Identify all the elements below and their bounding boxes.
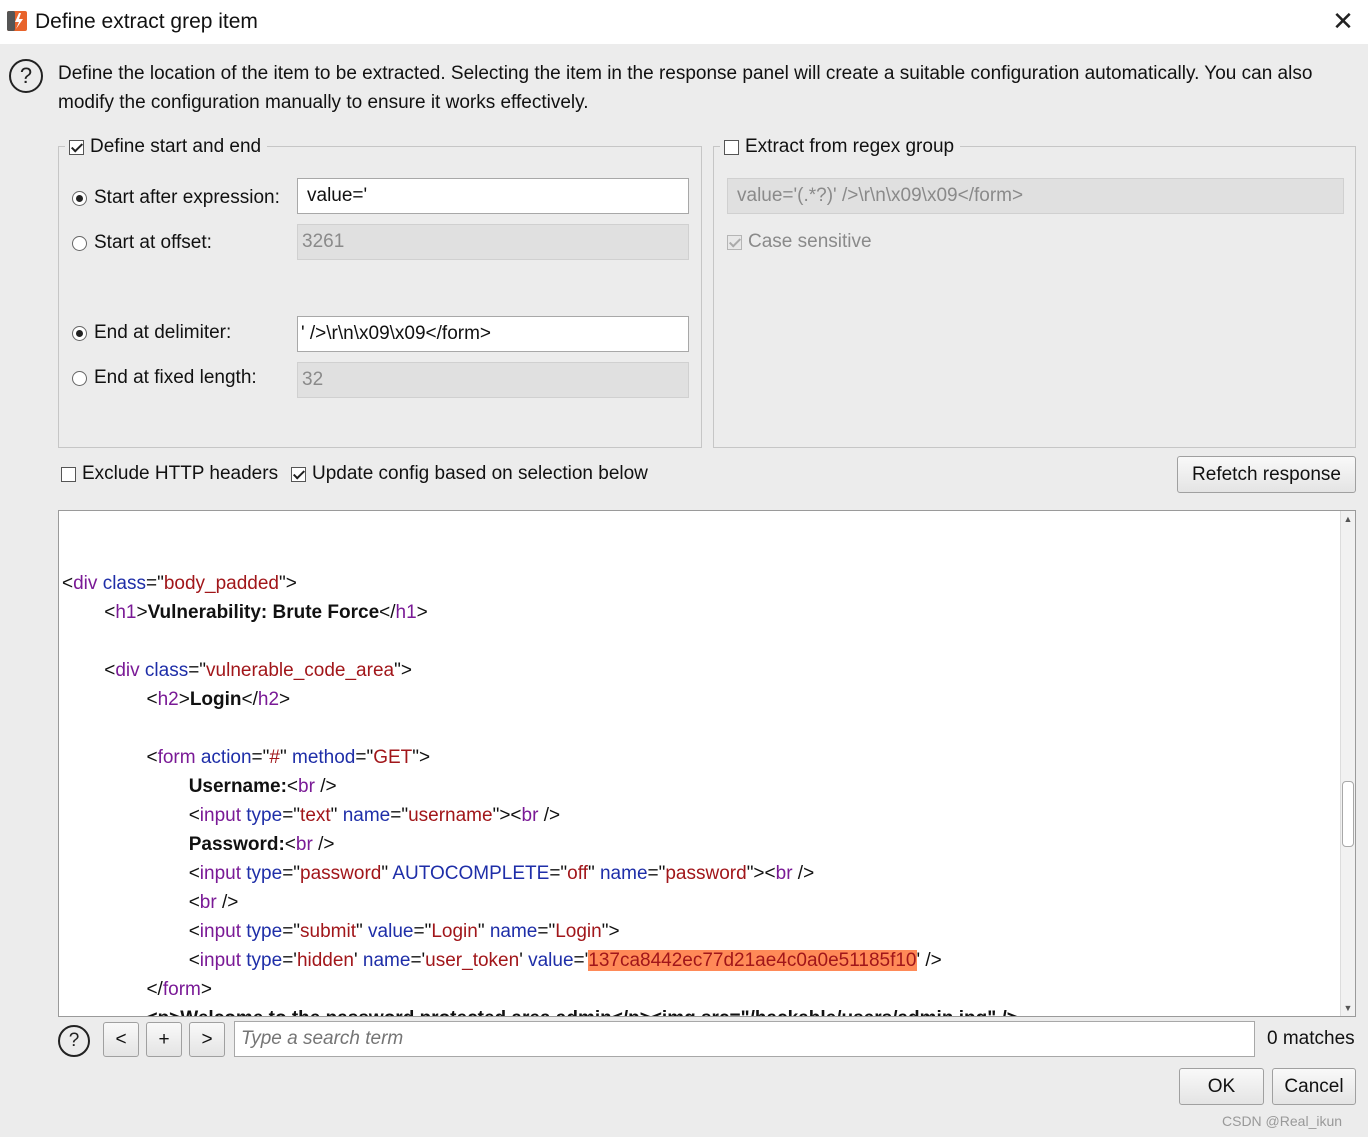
search-next-button[interactable]: >	[189, 1022, 225, 1057]
code-line-partial: <p>Welcome to the password protected are…	[62, 1004, 1017, 1016]
code-line: Password:<br />	[188, 834, 335, 855]
code-line: <input type="password" AUTOCOMPLETE="off…	[62, 863, 815, 884]
code-line: <br />	[62, 892, 239, 913]
code-line: Username:<br />	[188, 776, 337, 797]
vertical-scrollbar[interactable]: ▲ ▼	[1340, 511, 1355, 1016]
start-end-legend[interactable]: Define start and end	[65, 135, 268, 159]
regex-legend[interactable]: Extract from regex group	[720, 135, 961, 159]
code-line: <div class="vulnerable_code_area">	[62, 660, 412, 681]
case-sensitive-row[interactable]: Case sensitive	[727, 230, 872, 254]
burp-app-icon	[7, 11, 27, 31]
update-config-checkbox[interactable]	[291, 466, 306, 482]
end-fixed-input[interactable]: 32	[297, 362, 689, 398]
window-title: Define extract grep item	[35, 10, 258, 33]
end-delimiter-label: End at delimiter:	[94, 322, 232, 343]
code-line: <form action="#" method="GET">	[62, 747, 431, 768]
end-fixed-label: End at fixed length:	[94, 367, 257, 388]
close-icon[interactable]: ✕	[1328, 6, 1358, 36]
dialog-description: Define the location of the item to be ex…	[58, 63, 1313, 113]
end-fixed-radio-row[interactable]: End at fixed length:	[72, 366, 257, 390]
code-line: <input type="text" name="username"><br /…	[62, 805, 561, 826]
update-config-label: Update config based on selection below	[312, 463, 648, 484]
code-line: </form>	[62, 979, 212, 1000]
code-line: <div class="body_padded">	[62, 573, 297, 594]
ok-button[interactable]: OK	[1179, 1068, 1264, 1105]
code-line: <input type="submit" value="Login" name=…	[62, 921, 620, 942]
code-line: <input type='hidden' name='user_token' v…	[62, 950, 942, 971]
code-line: <h2>Login</h2>	[62, 689, 291, 710]
cancel-button[interactable]: Cancel	[1272, 1068, 1356, 1105]
search-add-button[interactable]: +	[146, 1022, 182, 1057]
help-icon[interactable]: ?	[9, 59, 43, 93]
case-sensitive-label: Case sensitive	[748, 231, 872, 252]
match-count: 0 matches	[1267, 1028, 1355, 1049]
response-panel[interactable]: <div class="body_padded"> <h1>Vulnerabil…	[58, 510, 1356, 1017]
selected-token[interactable]: 137ca8442ec77d21ae4c0a0e51185f10	[588, 950, 917, 971]
title-bar: Define extract grep item ✕	[0, 0, 1368, 44]
regex-checkbox[interactable]	[724, 139, 739, 155]
scrollbar-thumb[interactable]	[1342, 781, 1354, 847]
watermark: CSDN @Real_ikun	[1222, 1113, 1343, 1129]
end-fixed-radio[interactable]	[72, 370, 87, 386]
start-offset-radio-row[interactable]: Start at offset:	[72, 231, 212, 255]
search-input[interactable]	[234, 1021, 1255, 1057]
update-config-row[interactable]: Update config based on selection below	[291, 462, 648, 486]
end-delimiter-radio-row[interactable]: End at delimiter:	[72, 321, 231, 345]
exclude-headers-checkbox[interactable]	[61, 466, 76, 482]
scroll-up-icon[interactable]: ▲	[1343, 514, 1353, 524]
start-offset-label: Start at offset:	[94, 232, 212, 253]
end-delimiter-input[interactable]: ' />\r\n\x09\x09</form>	[297, 316, 689, 352]
exclude-headers-label: Exclude HTTP headers	[82, 463, 279, 484]
start-after-input[interactable]: value='	[297, 178, 689, 214]
response-code[interactable]: <div class="body_padded"> <h1>Vulnerabil…	[62, 569, 1018, 1016]
start-after-label: Start after expression:	[94, 187, 280, 208]
start-end-checkbox[interactable]	[69, 139, 84, 155]
start-offset-radio[interactable]	[72, 235, 87, 251]
scroll-down-icon[interactable]: ▼	[1343, 1003, 1353, 1013]
start-offset-input[interactable]: 3261	[297, 224, 689, 260]
exclude-headers-row[interactable]: Exclude HTTP headers	[61, 462, 278, 486]
search-prev-button[interactable]: <	[103, 1022, 139, 1057]
regex-input[interactable]: value='(.*?)' />\r\n\x09\x09</form>	[727, 178, 1344, 214]
refetch-response-button[interactable]: Refetch response	[1177, 456, 1356, 493]
start-after-radio-row[interactable]: Start after expression:	[72, 186, 280, 210]
regex-label: Extract from regex group	[745, 136, 955, 157]
end-delimiter-radio[interactable]	[72, 325, 87, 341]
case-sensitive-checkbox[interactable]	[727, 234, 742, 250]
search-help-icon[interactable]: ?	[58, 1025, 90, 1057]
code-line: <h1>Vulnerability: Brute Force</h1>	[62, 602, 428, 623]
start-end-label: Define start and end	[90, 136, 262, 157]
start-after-radio[interactable]	[72, 190, 87, 206]
